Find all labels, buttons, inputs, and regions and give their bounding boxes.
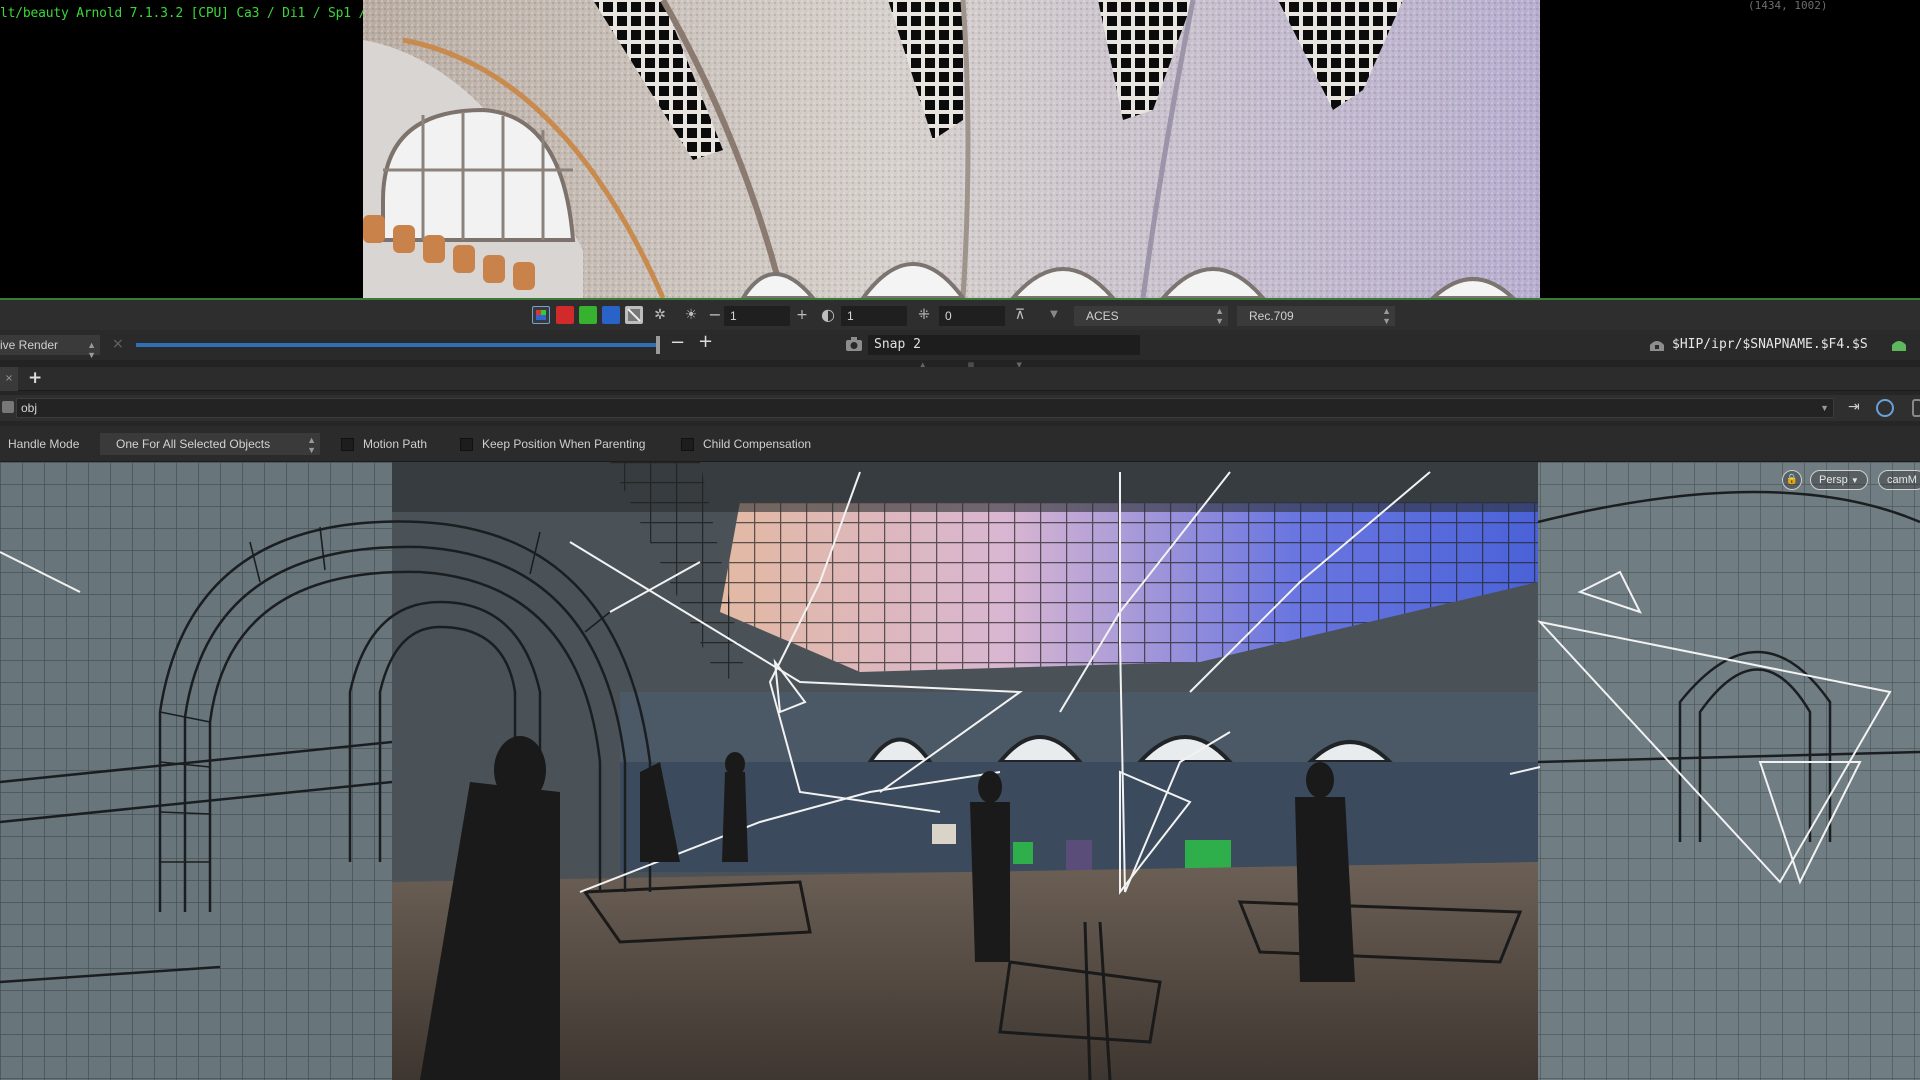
tab-close-icon[interactable]: × [0,367,18,391]
child-compensation-label: Child Compensation [703,437,812,451]
zoom-out-icon[interactable]: − [670,332,685,353]
view-persp-menu[interactable]: Persp ▼ [1810,470,1868,490]
lock-camera-icon[interactable]: 🔒 [1782,470,1802,490]
display-space-label: ACES [1086,309,1119,323]
view-transform-label: Rec.709 [1249,309,1294,323]
scene-viewport[interactable]: 🔒 Persp ▼ camM [0,462,1920,1080]
pane-options-icon[interactable] [1912,399,1920,417]
red-channel-button[interactable] [556,306,574,324]
render-progress-fill [136,343,660,347]
handle-mode-label: Handle Mode [8,437,80,451]
render-mode-combo[interactable]: ive Render ▲ ▼ [0,335,100,360]
zoom-in-icon[interactable]: + [698,331,713,352]
progress-handle[interactable] [656,336,660,354]
add-tab-icon[interactable]: + [28,368,42,388]
gamma-field[interactable]: 1 [841,306,907,326]
operation-toolbar: Handle Mode One For All Selected Objects… [0,426,1920,462]
decrement-icon[interactable]: − [707,305,723,325]
pane-tab-bar: × + [0,367,1920,391]
ipr-controls-row: ive Render ▲ ▼ × − + Snap 2 $HIP/ipr/$SNA… [0,330,1920,360]
exposure-field[interactable]: 1 [724,306,790,326]
render-view[interactable]: lt/beauty Arnold 7.1.3.2 [CPU] Ca3 / Di1… [0,0,1920,298]
snapshot-save-icon[interactable] [1648,336,1666,355]
green-channel-button[interactable] [579,306,597,324]
display-space-combo[interactable]: ACES ▲ ▼ [1074,306,1228,326]
keep-position-checkbox[interactable] [460,438,473,451]
alpha-channel-button[interactable] [625,306,643,324]
snapshot-path-field[interactable]: $HIP/ipr/$SNAPNAME.$F4.$S [1672,335,1882,355]
combo-arrows-icon: ▲ ▼ [307,435,316,455]
increment-icon[interactable]: + [792,305,812,325]
render-pixel-coords: (1434, 1002) [1748,0,1828,12]
handle-mode-combo[interactable]: One For All Selected Objects ▲ ▼ [100,433,320,455]
snapshot-camera-icon[interactable] [845,336,863,355]
render-toolbar: ✲ ☀ − 1 + ◐ 1 ⁜ 0 ⊼ ▼ ACES ▲ ▼ Rec.709 ▲ ▼ [0,298,1920,330]
link-icon[interactable] [1876,399,1894,417]
gamma-icon[interactable]: ◐ [818,305,838,325]
render-progress-bar [136,343,660,347]
handle-mode-value: One For All Selected Objects [116,437,271,451]
path-dropdown-icon[interactable]: ▼ [1820,399,1829,417]
rgb-channel-button[interactable] [532,306,550,324]
cancel-render-icon[interactable]: × [112,336,124,352]
keep-position-label: Keep Position When Parenting [482,437,646,451]
dropdown-arrow-icon[interactable]: ▼ [1044,305,1064,325]
motion-path-label: Motion Path [363,437,428,451]
snapshot-name-field[interactable]: Snap 2 [868,335,1140,355]
combo-arrows-icon: ▲ ▼ [87,340,96,360]
camera-label: camM [1887,474,1917,486]
viewport-scene [0,462,1920,1080]
render-image [363,0,1540,298]
pane-splitter[interactable]: ▲ ▦ ▼ [0,360,1920,369]
rgb-icon [536,310,546,320]
network-type-icon[interactable] [2,401,14,413]
view-persp-label: Persp [1819,474,1848,486]
render-to-disk-icon[interactable] [1890,336,1908,355]
blue-channel-button[interactable] [602,306,620,324]
combo-arrows-icon: ▲ ▼ [1382,306,1391,326]
dropdown-arrow-icon: ▼ [1850,476,1859,485]
offset-icon[interactable]: ⁜ [914,305,934,325]
network-path-field[interactable]: obj ▼ [16,398,1834,418]
combo-arrows-icon: ▲ ▼ [1215,306,1224,326]
exposure-icon[interactable]: ☀ [681,305,701,325]
camera-menu[interactable]: camM [1878,470,1920,490]
lut-icon[interactable]: ⊼ [1010,305,1030,325]
network-path-label: obj [21,401,38,415]
child-compensation-checkbox[interactable] [681,438,694,451]
network-path-bar: obj ▼ ⇥ [0,395,1920,421]
pin-icon[interactable]: ⇥ [1848,399,1860,415]
render-mode-label: ive Render [0,338,59,352]
motion-path-checkbox[interactable] [341,438,354,451]
view-transform-combo[interactable]: Rec.709 ▲ ▼ [1237,306,1395,326]
alpha-icon [627,308,641,322]
offset-field[interactable]: 0 [939,306,1005,326]
pick-pixel-icon[interactable]: ✲ [650,305,670,325]
